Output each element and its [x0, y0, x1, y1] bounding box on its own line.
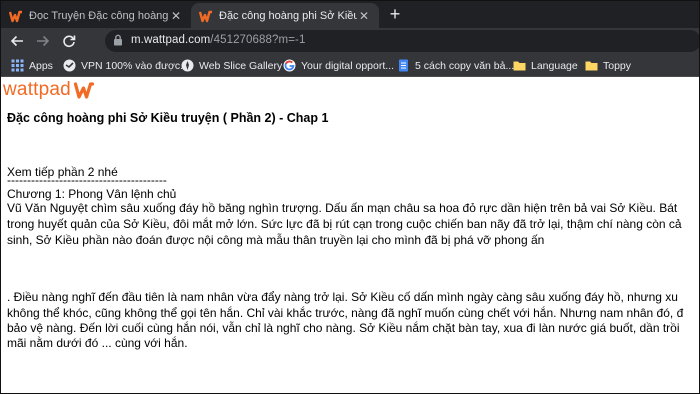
web-page: wattpad Đặc công hoàng phi Sở Kiều truyệ… — [1, 77, 699, 393]
text-line: . Điều nàng nghĩ đến đầu tiên là nam nhâ… — [7, 290, 678, 304]
bookmark-digital[interactable]: Your digital opport... — [283, 58, 394, 73]
bookmark-apps[interactable]: Apps — [11, 58, 53, 73]
wattpad-w-icon — [73, 82, 94, 99]
url-text[interactable]: m.wattpad.com/451270688?m=-1 — [131, 34, 305, 46]
close-icon[interactable]: ✕ — [169, 9, 183, 23]
bookmark-label: Apps — [29, 59, 53, 72]
bookmark-label: Language — [531, 59, 578, 72]
close-icon[interactable]: ✕ — [357, 9, 371, 23]
reload-icon — [63, 35, 76, 48]
folder-icon — [585, 61, 598, 71]
chapter-heading: Chương 1: Phong Vân lệnh chủ — [7, 187, 177, 201]
bookmark-toppy[interactable]: Toppy — [585, 58, 631, 73]
bookmarks-bar: Apps VPN 100% vào được... Web Slice Gall… — [1, 54, 699, 77]
text-line: không thể khóc, cũng không thể gọi tên h… — [7, 306, 684, 320]
text-line: trong huyết quản của Sở Kiều, đôi mắt mở… — [7, 217, 682, 231]
vpn-globe-icon — [63, 59, 76, 72]
web-slice-icon — [181, 59, 194, 72]
bookmark-label: Web Slice Gallery — [199, 59, 283, 72]
back-button[interactable] — [7, 31, 27, 51]
wattpad-favicon-icon — [9, 10, 22, 22]
folder-icon — [513, 61, 526, 71]
wattpad-logo[interactable]: wattpad — [3, 79, 94, 101]
browser-window: Đọc Truyện Đặc công hoàng phi ✕ Đặc công… — [0, 0, 700, 394]
story-title: Đặc công hoàng phi Sở Kiều truyện ( Phần… — [7, 111, 329, 125]
toolbar: m.wattpad.com/451270688?m=-1 — [1, 28, 699, 54]
bookmark-vpn[interactable]: VPN 100% vào được... — [63, 58, 189, 73]
divider-line: ---------------------------------------- — [7, 173, 167, 187]
bookmark-label: VPN 100% vào được... — [81, 59, 189, 72]
logo-text: wattpad — [3, 79, 71, 100]
bookmark-label: Your digital opport... — [301, 59, 395, 72]
bookmark-label: 5 cách copy văn bả... — [415, 59, 515, 72]
text-line: sinh, Sở Kiều phần nào đoán được nội côn… — [7, 233, 545, 247]
lock-icon[interactable] — [113, 34, 123, 46]
new-tab-button[interactable]: + — [385, 4, 405, 24]
url-host: m.wattpad.com — [131, 34, 211, 46]
text-line: bảo vệ nàng. Đến lời cuối cùng hắn nói, … — [7, 321, 680, 335]
text-line: mãi nằm dưới đó ... cùng với hắn. — [7, 336, 188, 350]
bookmark-copy-van-ban[interactable]: 5 cách copy văn bả... — [397, 58, 514, 73]
tab-title: Đặc công hoàng phi Sở Kiều truyện — [219, 9, 357, 22]
wattpad-favicon-icon — [199, 10, 212, 22]
tab-doc-truyen[interactable]: Đọc Truyện Đặc công hoàng phi ✕ — [1, 3, 191, 28]
tab-dac-cong-hoang-phi[interactable]: Đặc công hoàng phi Sở Kiều truyện ✕ — [191, 3, 379, 28]
bookmark-language[interactable]: Language — [513, 58, 578, 73]
forward-button[interactable] — [33, 31, 53, 51]
reload-button[interactable] — [59, 31, 79, 51]
tab-strip: Đọc Truyện Đặc công hoàng phi ✕ Đặc công… — [1, 1, 699, 28]
docs-icon — [399, 59, 408, 72]
tab-title: Đọc Truyện Đặc công hoàng phi — [29, 9, 169, 22]
bookmark-label: Toppy — [603, 59, 632, 72]
bookmark-web-slice[interactable]: Web Slice Gallery — [181, 58, 282, 73]
url-path: /451270688?m=-1 — [210, 34, 306, 46]
arrow-right-icon — [37, 35, 50, 47]
arrow-left-icon — [10, 35, 23, 47]
text-line: Vũ Văn Nguyệt chìm sâu xuống đáy hồ băng… — [7, 201, 678, 215]
google-icon — [283, 59, 296, 72]
address-bar[interactable]: m.wattpad.com/451270688?m=-1 — [105, 30, 699, 52]
apps-grid-icon — [11, 59, 24, 72]
